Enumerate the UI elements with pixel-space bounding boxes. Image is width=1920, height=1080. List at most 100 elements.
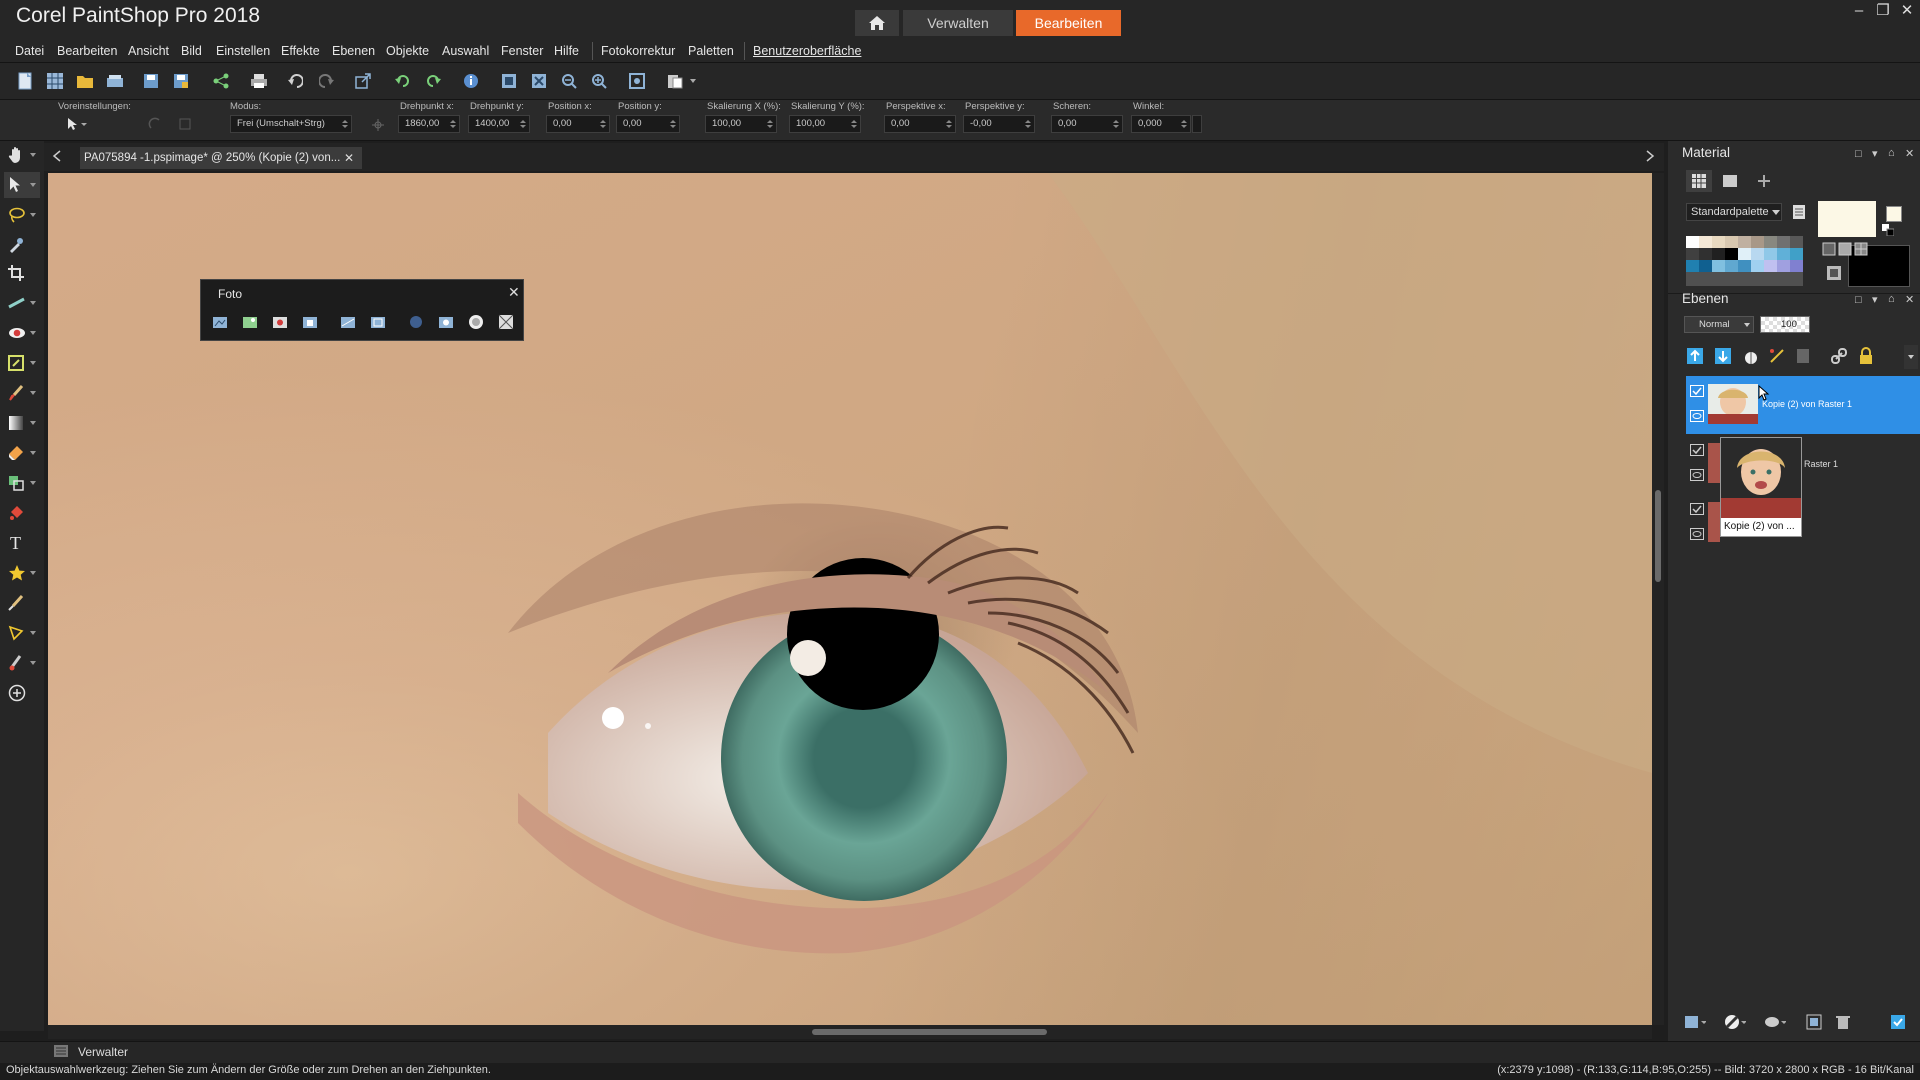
freehand-selection-tool[interactable]	[4, 202, 40, 228]
layer-visibility-icon[interactable]	[1690, 385, 1704, 400]
home-button[interactable]	[855, 10, 899, 36]
palette-options-icon[interactable]	[1792, 204, 1806, 223]
foto-smart-fix-icon[interactable]	[210, 312, 230, 332]
clone-tool[interactable]	[4, 470, 40, 496]
pick-tool[interactable]	[4, 172, 40, 198]
pivot-y-input[interactable]: 1400,00	[468, 115, 530, 133]
position-x-input[interactable]: 0,00	[546, 115, 610, 133]
document-close-icon[interactable]: ✕	[344, 151, 354, 165]
tab-scroll-right-icon[interactable]	[1645, 150, 1655, 165]
menu-effekte[interactable]: Effekte	[281, 44, 320, 58]
makeover-tool[interactable]	[4, 350, 40, 376]
dropper-tool[interactable]	[4, 232, 40, 258]
scale-y-input[interactable]: 100,00	[789, 115, 861, 133]
fill-tool[interactable]	[4, 500, 40, 526]
new-mask-icon[interactable]	[1724, 1014, 1747, 1033]
foto-one-step-icon[interactable]	[240, 312, 260, 332]
new-layer-icon[interactable]	[1684, 1014, 1707, 1033]
foto-vignette-icon[interactable]	[466, 312, 486, 332]
layer-visibility-icon[interactable]	[1690, 503, 1704, 518]
menu-benutzeroberflaeche[interactable]: Benutzeroberfläche	[753, 44, 861, 58]
swap-colors-icon[interactable]	[1882, 224, 1895, 239]
pen-tool[interactable]	[4, 590, 40, 616]
panel-close-icon[interactable]: ✕	[1905, 293, 1914, 306]
gradient-view-icon[interactable]	[1722, 174, 1738, 191]
foto-blur-icon[interactable]	[406, 312, 426, 332]
layer-visibility-icon[interactable]	[1690, 444, 1704, 459]
rotate-right-icon[interactable]	[422, 70, 444, 92]
layer-properties-icon[interactable]	[1890, 1014, 1906, 1033]
mode-select[interactable]: Frei (Umschalt+Strg)	[230, 115, 352, 133]
menu-ansicht[interactable]: Ansicht	[128, 44, 169, 58]
opacity-field[interactable]: 100	[1760, 316, 1810, 333]
layers-more-button[interactable]	[1904, 345, 1918, 369]
new-raster-layer-icon[interactable]	[1686, 347, 1704, 368]
foto-fill-light-icon[interactable]	[300, 312, 320, 332]
organizer-icon[interactable]	[54, 1045, 68, 1060]
foto-clarify-icon[interactable]	[436, 312, 456, 332]
document-tab[interactable]: PA075894 -1.pspimage* @ 250% (Kopie (2) …	[80, 147, 362, 169]
rotate-left-icon[interactable]	[392, 70, 414, 92]
menu-hilfe[interactable]: Hilfe	[554, 44, 579, 58]
position-y-input[interactable]: 0,00	[616, 115, 680, 133]
panel-float-icon[interactable]: □	[1855, 294, 1862, 306]
adjust-view-icon[interactable]	[1756, 174, 1772, 191]
organizer-label[interactable]: Verwalter	[78, 1045, 128, 1059]
new-group-icon[interactable]	[1764, 1014, 1787, 1033]
panel-pin-icon[interactable]: ⌂	[1888, 293, 1895, 305]
layer-eye-icon[interactable]	[1690, 528, 1704, 543]
texture-icon[interactable]	[1826, 265, 1842, 284]
paint-brush-tool[interactable]	[4, 380, 40, 406]
foto-straighten-icon[interactable]	[338, 312, 358, 332]
menu-bild[interactable]: Bild	[181, 44, 202, 58]
save-icon[interactable]	[140, 70, 162, 92]
menu-bearbeiten[interactable]: Bearbeiten	[57, 44, 117, 58]
panel-float-icon[interactable]: □	[1855, 148, 1862, 160]
vector-pen-tool[interactable]	[4, 620, 40, 646]
panel-pin-icon[interactable]: ⌂	[1888, 147, 1895, 159]
foto-red-eye-icon[interactable]	[270, 312, 290, 332]
palette-select[interactable]: Standardpalette	[1686, 203, 1782, 221]
resize-icon[interactable]	[352, 70, 374, 92]
merge-down-icon[interactable]	[1714, 347, 1732, 368]
vertical-scroll-thumb[interactable]	[1655, 490, 1661, 582]
straighten-tool[interactable]	[4, 290, 40, 316]
adjustment-layer-icon[interactable]	[1742, 347, 1760, 368]
paste-icon[interactable]	[664, 70, 686, 92]
pan-tool[interactable]	[4, 142, 40, 168]
layer-eye-icon[interactable]	[1690, 469, 1704, 484]
swatch-view-button[interactable]	[1686, 170, 1712, 192]
foto-lens-icon[interactable]	[496, 312, 516, 332]
add-tool-button[interactable]	[4, 680, 40, 706]
foto-crop-icon[interactable]	[368, 312, 388, 332]
scanner-icon[interactable]	[104, 70, 126, 92]
promote-layer-icon[interactable]	[1806, 1014, 1822, 1033]
horizontal-scroll-thumb[interactable]	[812, 1029, 1047, 1035]
menu-paletten[interactable]: Paletten	[688, 44, 734, 58]
zoom-out-icon[interactable]	[558, 70, 580, 92]
tab-bearbeiten[interactable]: Bearbeiten	[1016, 10, 1121, 36]
smudge-tool[interactable]	[4, 650, 40, 676]
style-gradient-icon[interactable]	[1838, 242, 1852, 259]
zoom-in-icon[interactable]	[588, 70, 610, 92]
crop-tool[interactable]	[4, 260, 40, 286]
perspective-x-input[interactable]: 0,00	[884, 115, 956, 133]
perspective-y-input[interactable]: -0,00	[963, 115, 1035, 133]
foreground-color-swatch[interactable]	[1818, 201, 1876, 237]
panel-menu-icon[interactable]: ▾	[1872, 147, 1878, 160]
menu-auswahl[interactable]: Auswahl	[442, 44, 489, 58]
close-window-button[interactable]: ✕	[1894, 0, 1920, 22]
red-eye-tool[interactable]	[4, 320, 40, 346]
panel-close-icon[interactable]: ✕	[1905, 147, 1914, 160]
angle-dropdown-icon[interactable]	[1192, 115, 1202, 133]
tab-verwalten[interactable]: Verwalten	[903, 10, 1013, 36]
scale-x-input[interactable]: 100,00	[705, 115, 777, 133]
pivot-x-input[interactable]: 1860,00	[398, 115, 460, 133]
save-as-icon[interactable]	[170, 70, 192, 92]
share-icon[interactable]	[210, 70, 232, 92]
panel-menu-icon[interactable]: ▾	[1872, 293, 1878, 306]
reset-icon[interactable]	[148, 117, 162, 134]
color-swatches[interactable]	[1686, 236, 1804, 286]
delete-layer-icon[interactable]	[1836, 1014, 1850, 1033]
gradient-tool[interactable]	[4, 410, 40, 436]
